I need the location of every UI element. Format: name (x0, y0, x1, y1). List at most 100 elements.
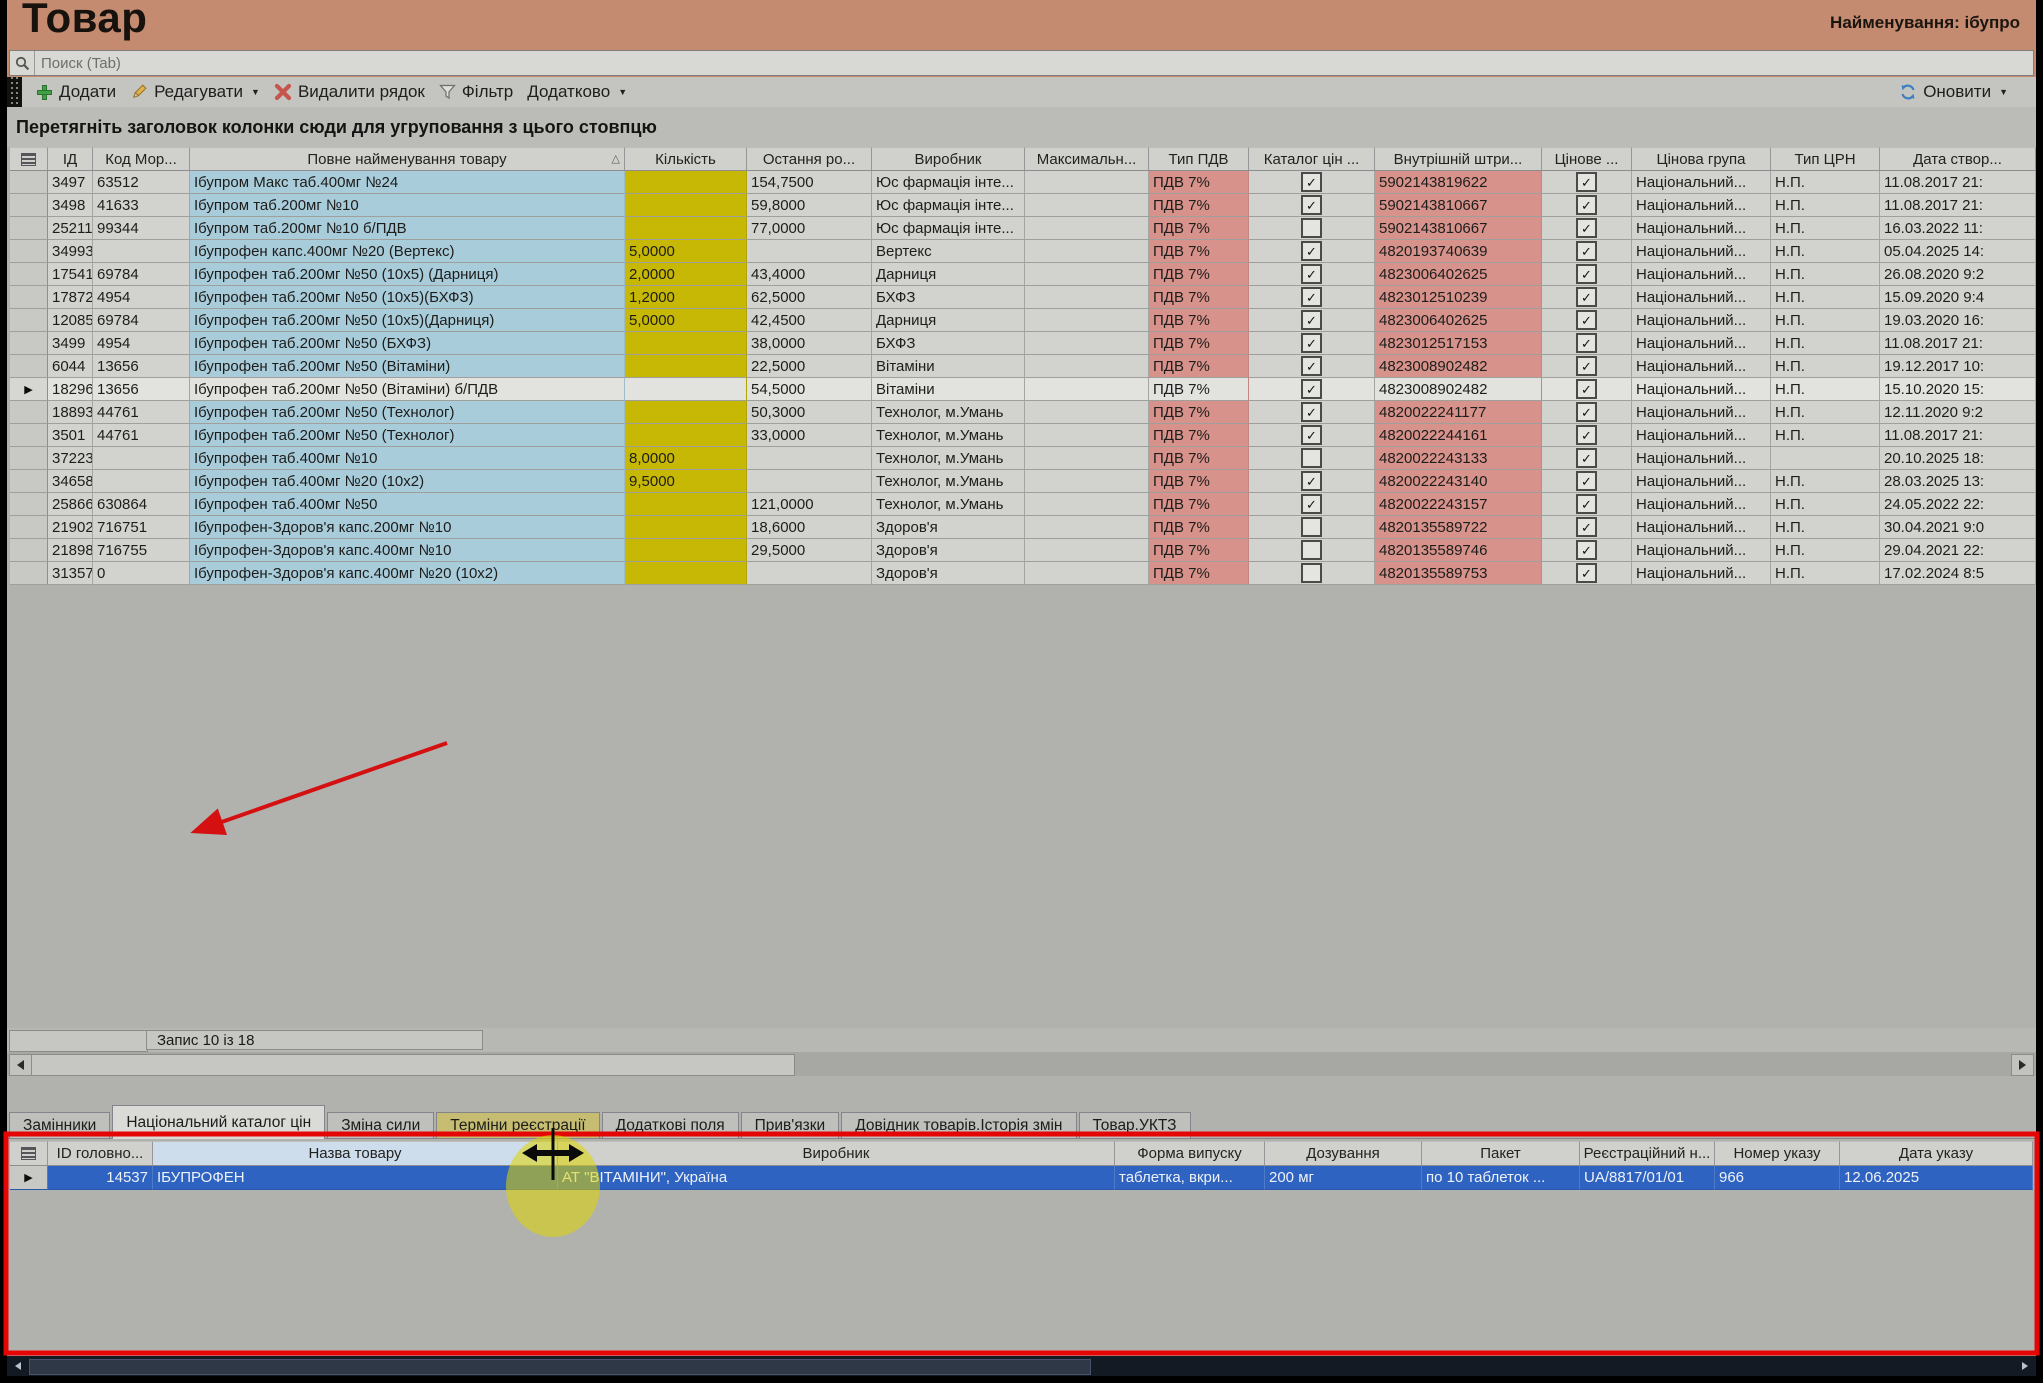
table-row[interactable]: 1889344761Ібупрофен таб.200мг №50 (Техно… (10, 401, 2036, 424)
catalog-checkbox[interactable]: ✓ (1301, 172, 1322, 192)
table-row[interactable]: 37223Ібупрофен таб.400мг №108,0000Технол… (10, 447, 2036, 470)
cell-max[interactable] (1025, 240, 1149, 263)
catalog-checkbox[interactable]: ✓ (1301, 402, 1322, 422)
cell-price_group[interactable]: Національний... (1632, 447, 1771, 470)
cell-qty[interactable] (625, 378, 747, 401)
cell-vendor[interactable]: Технолог, м.Умань (872, 424, 1025, 447)
cell-id[interactable]: 31357 (48, 562, 93, 585)
table-row[interactable]: 25866630864Ібупрофен таб.400мг №50121,00… (10, 493, 2036, 516)
cell-code[interactable]: 630864 (93, 493, 190, 516)
column-header-date[interactable]: Дата указу (1840, 1141, 2033, 1166)
column-header-crn[interactable]: Тип ЦРН (1771, 147, 1880, 171)
cell-price_flag[interactable]: ✓ (1542, 516, 1632, 539)
catalog-checkbox[interactable]: ✓ (1301, 333, 1322, 353)
cell-id[interactable]: 14537 (48, 1166, 153, 1190)
cell-vat[interactable]: ПДВ 7% (1149, 355, 1249, 378)
cell-code[interactable]: 69784 (93, 309, 190, 332)
cell-code[interactable] (93, 470, 190, 493)
cell-price_group[interactable]: Національний... (1632, 424, 1771, 447)
row-indicator[interactable] (10, 240, 48, 263)
cell-vendor[interactable]: Юс фармація інте... (872, 217, 1025, 240)
cell-code[interactable]: 4954 (93, 332, 190, 355)
cell-created[interactable]: 12.11.2020 9:2 (1880, 401, 2036, 424)
cell-barcode[interactable]: 4820135589722 (1375, 516, 1542, 539)
toolbar-grip[interactable] (7, 77, 22, 107)
cell-vat[interactable]: ПДВ 7% (1149, 470, 1249, 493)
cell-vat[interactable]: ПДВ 7% (1149, 194, 1249, 217)
cell-barcode[interactable]: 4820135589746 (1375, 539, 1542, 562)
cell-vat[interactable]: ПДВ 7% (1149, 217, 1249, 240)
cell-last[interactable]: 38,0000 (747, 332, 872, 355)
cell-created[interactable]: 11.08.2017 21: (1880, 194, 2036, 217)
cell-max[interactable] (1025, 309, 1149, 332)
catalog-checkbox[interactable] (1301, 540, 1322, 560)
row-indicator[interactable] (10, 309, 48, 332)
cell-price_flag[interactable]: ✓ (1542, 562, 1632, 585)
bottom-scrollbar-thumb[interactable] (29, 1359, 1091, 1375)
cell-created[interactable]: 19.03.2020 16: (1880, 309, 2036, 332)
cell-vendor[interactable]: АТ "ВІТАМІНИ", Україна (558, 1166, 1115, 1190)
price_flag-checkbox[interactable]: ✓ (1576, 402, 1597, 422)
cell-last[interactable]: 77,0000 (747, 217, 872, 240)
cell-id[interactable]: 3499 (48, 332, 93, 355)
cell-qty[interactable] (625, 171, 747, 194)
cell-price_group[interactable]: Національний... (1632, 309, 1771, 332)
cell-id[interactable]: 18893 (48, 401, 93, 424)
cell-last[interactable]: 43,4000 (747, 263, 872, 286)
group-by-panel[interactable]: Перетягніть заголовок колонки сюди для у… (7, 107, 2036, 147)
scrollbar-thumb[interactable] (31, 1054, 795, 1076)
cell-price_group[interactable]: Національний... (1632, 332, 1771, 355)
cell-crn[interactable]: Н.П. (1771, 516, 1880, 539)
column-header-vendor[interactable]: Виробник (872, 147, 1025, 171)
column-header-price_group[interactable]: Цінова група (1632, 147, 1771, 171)
cell-date[interactable]: 12.06.2025 (1840, 1166, 2033, 1190)
search-input[interactable]: Поиск (Tab) (9, 50, 2034, 76)
cell-name[interactable]: Ібупрофен-Здоров'я капс.400мг №20 (10х2) (190, 562, 625, 585)
cell-name[interactable]: Ібупрофен таб.200мг №50 (БХФЗ) (190, 332, 625, 355)
column-header-created[interactable]: Дата створ... (1880, 147, 2036, 171)
cell-created[interactable]: 29.04.2021 22: (1880, 539, 2036, 562)
cell-id[interactable]: 12085 (48, 309, 93, 332)
cell-qty[interactable] (625, 194, 747, 217)
cell-catalog[interactable]: ✓ (1249, 378, 1375, 401)
cell-qty[interactable]: 1,2000 (625, 286, 747, 309)
bottom-scroll-right-button[interactable] (2017, 1359, 2033, 1373)
cell-price_flag[interactable]: ✓ (1542, 263, 1632, 286)
cell-name[interactable]: Ібупрофен таб.200мг №50 (Технолог) (190, 401, 625, 424)
cell-qty[interactable] (625, 332, 747, 355)
cell-created[interactable]: 30.04.2021 9:0 (1880, 516, 2036, 539)
cell-vendor[interactable]: Технолог, м.Умань (872, 401, 1025, 424)
add-button[interactable]: Додати (36, 82, 116, 102)
column-header-id[interactable]: ID головно... (48, 1141, 153, 1166)
cell-last[interactable]: 154,7500 (747, 171, 872, 194)
cell-pack[interactable]: по 10 таблеток ... (1422, 1166, 1580, 1190)
cell-catalog[interactable]: ✓ (1249, 401, 1375, 424)
cell-max[interactable] (1025, 286, 1149, 309)
delete-row-button[interactable]: Видалити рядок (274, 82, 425, 102)
column-header-vendor[interactable]: Виробник (558, 1141, 1115, 1166)
cell-crn[interactable] (1771, 447, 1880, 470)
cell-name[interactable]: Ібупрофен таб.200мг №50 (10х5)(БХФЗ) (190, 286, 625, 309)
cell-qty[interactable]: 8,0000 (625, 447, 747, 470)
cell-vat[interactable]: ПДВ 7% (1149, 539, 1249, 562)
table-row[interactable]: 21898716755Ібупрофен-Здоров'я капс.400мг… (10, 539, 2036, 562)
cell-vendor[interactable]: Вертекс (872, 240, 1025, 263)
cell-barcode[interactable]: 4820022241177 (1375, 401, 1542, 424)
cell-price_group[interactable]: Національний... (1632, 171, 1771, 194)
cell-name[interactable]: Ібупрофен-Здоров'я капс.400мг №10 (190, 539, 625, 562)
edit-button[interactable]: Редагувати ▼ (130, 82, 260, 102)
cell-vat[interactable]: ПДВ 7% (1149, 286, 1249, 309)
cell-catalog[interactable]: ✓ (1249, 309, 1375, 332)
cell-vat[interactable]: ПДВ 7% (1149, 493, 1249, 516)
cell-code[interactable] (93, 240, 190, 263)
price_flag-checkbox[interactable]: ✓ (1576, 195, 1597, 215)
cell-code[interactable]: 4954 (93, 286, 190, 309)
cell-created[interactable]: 16.03.2022 11: (1880, 217, 2036, 240)
cell-price_group[interactable]: Національний... (1632, 263, 1771, 286)
filter-button[interactable]: Фільтр (439, 82, 513, 102)
column-header-form[interactable]: Форма випуску (1115, 1141, 1265, 1166)
table-row[interactable]: 349841633Ібупром таб.200мг №1059,8000Юс … (10, 194, 2036, 217)
cell-max[interactable] (1025, 447, 1149, 470)
cell-last[interactable]: 62,5000 (747, 286, 872, 309)
cell-max[interactable] (1025, 263, 1149, 286)
